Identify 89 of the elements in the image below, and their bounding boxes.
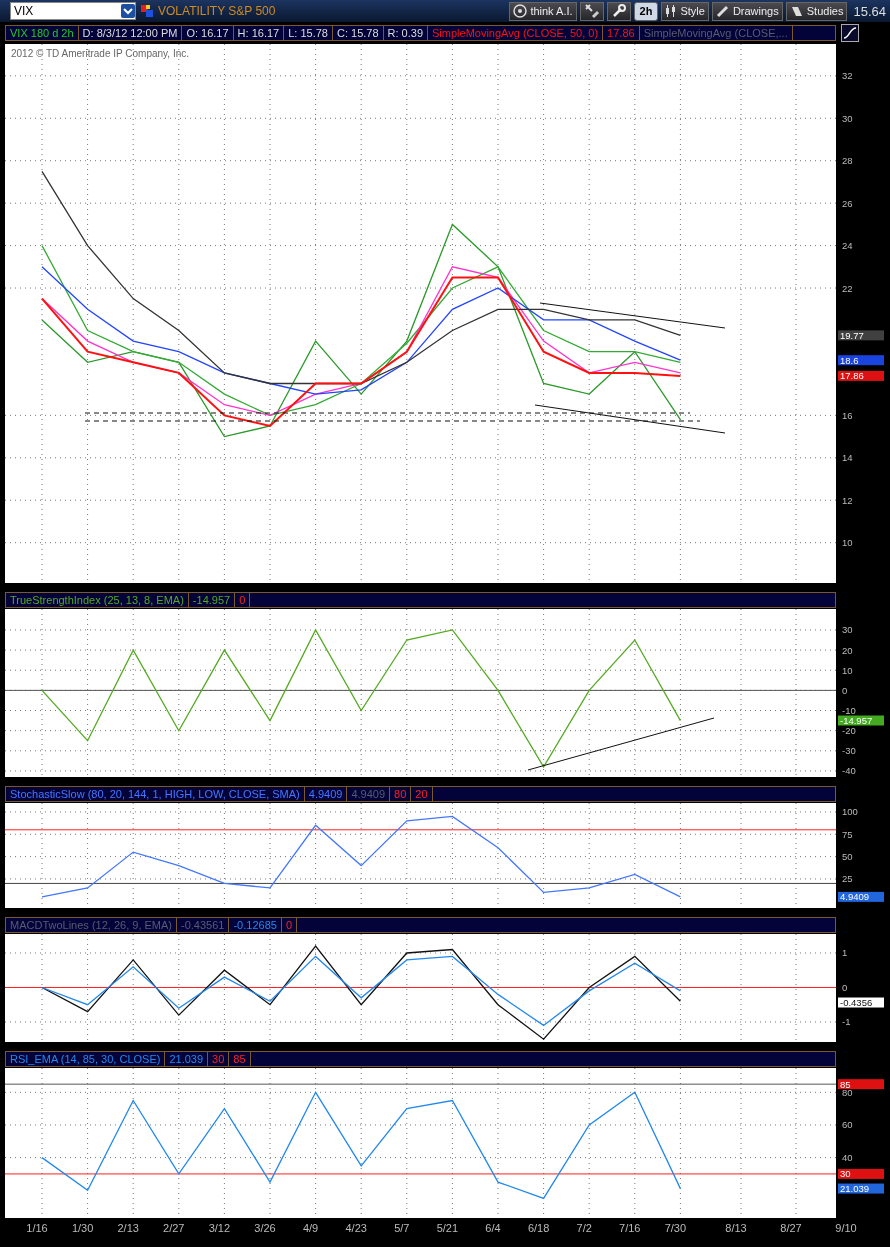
axis-tick-label: 22 (842, 282, 853, 294)
axis-tick-label: 26 (842, 197, 853, 209)
value-tag: -0.4356 (838, 997, 884, 1008)
header-value: VIX 180 d 2h (6, 26, 79, 40)
axis-tick-label: 0 (842, 982, 848, 993)
value-tag: 85 (838, 1078, 884, 1090)
date-label: 3/12 (208, 1222, 231, 1234)
axis-tick-label: 24 (842, 240, 853, 252)
date-label: 1/30 (71, 1222, 94, 1234)
axis-tick-label: -40 (842, 765, 856, 777)
axis-tick-label: 30 (842, 624, 853, 636)
date-label: 7/2 (576, 1222, 592, 1234)
header-value: H: 16.17 (233, 26, 285, 40)
axis-tick-label: 20 (842, 644, 853, 656)
axis-tick-label: 28 (842, 155, 853, 167)
axis-tick-label: 12 (842, 494, 853, 506)
axis-tick-label: 60 (842, 1119, 853, 1131)
axis-tick-label: 0 (842, 684, 848, 696)
header-value: R: 0.39 (383, 26, 428, 40)
header-value: 0 (281, 918, 297, 932)
header-value: 30 (208, 1052, 230, 1066)
axis-tick-label: 1 (842, 947, 848, 959)
date-label: 7/30 (664, 1222, 687, 1234)
header-value: -14.957 (188, 593, 236, 607)
header-value: SimpleMovingAvg (CLOSE, 50, 0) (428, 26, 604, 40)
date-label: 8/27 (780, 1222, 802, 1234)
header-value: 4.9409 (347, 787, 391, 801)
header-value: 80 (390, 787, 412, 801)
header-value: C: 15.78 (332, 26, 384, 40)
date-label: 5/21 (436, 1222, 459, 1234)
header-value: MACDTwoLines (12, 26, 9, EMA) (6, 918, 177, 932)
date-label: 4/23 (345, 1222, 367, 1234)
header-value: 85 (229, 1052, 251, 1066)
date-label: 4/9 (302, 1222, 319, 1234)
date-label: 6/4 (485, 1222, 501, 1234)
axis-tick-label: -20 (842, 725, 856, 737)
symbol-description: VOLATILITY S&P 500 (158, 4, 276, 18)
header-value: -0.12685 (229, 918, 282, 932)
header-value: 0 (235, 593, 251, 607)
candles-button[interactable]: Style (661, 1, 709, 21)
axis-tick-label: 25 (842, 873, 853, 885)
axis-tick-label: -1 (842, 1016, 851, 1028)
date-label: 1/16 (26, 1222, 48, 1234)
axis-tick-label: 100 (842, 806, 858, 818)
axis-tick-label: 50 (842, 851, 853, 863)
pencil-button[interactable]: Drawings (711, 1, 783, 21)
header-value: RSI_EMA (14, 85, 30, CLOSE) (6, 1052, 166, 1066)
header-value: 21.039 (165, 1052, 209, 1066)
value-tag: 21.039 (838, 1183, 884, 1195)
header-value: 4.9409 (304, 787, 348, 801)
header-value: 17.86 (603, 26, 640, 40)
date-label: 5/7 (394, 1222, 410, 1234)
axis-tick-label: 10 (842, 664, 853, 676)
axis-tick-label: 32 (842, 70, 853, 82)
axis-tick-label: -30 (842, 745, 856, 757)
value-tag: 17.86 (838, 370, 884, 382)
header-value: SimpleMovingAvg (CLOSE,... (639, 26, 793, 40)
date-label: 3/26 (254, 1222, 276, 1234)
think-ai-button[interactable]: think A.I. (509, 1, 577, 21)
header-value: L: 15.78 (284, 26, 333, 40)
date-label: 9/10 (835, 1222, 857, 1234)
axis-tick-label: 16 (842, 409, 853, 421)
symbol-field[interactable]: VIX (10, 2, 136, 20)
copyright-text: 2012 © TD Ameritrade IP Company, Inc. (11, 48, 189, 59)
last-price: 15.64 (853, 3, 886, 19)
header-value: D: 8/3/12 12:00 PM (78, 26, 183, 40)
header-value: 20 (411, 787, 433, 801)
header-value: O: 16.17 (182, 26, 234, 40)
flask-button[interactable]: Studies (785, 1, 848, 21)
axis-tick-label: -10 (842, 705, 856, 717)
axis-tick-label: 14 (842, 452, 853, 464)
value-tag: 4.9409 (838, 891, 884, 903)
header-value: StochasticSlow (80, 20, 144, 1, HIGH, LOW, CLOSE, SMA) (6, 787, 305, 801)
value-tag: 19.77 (838, 329, 884, 341)
axis-tick-label: 10 (842, 537, 853, 549)
axis-tick-label: 75 (842, 828, 853, 840)
header-value: -0.43561 (177, 918, 230, 932)
date-label: 7/16 (619, 1222, 641, 1234)
aggregation-button[interactable]: 2h (633, 1, 659, 21)
value-tag: 18.6 (838, 354, 884, 366)
header-value: TrueStrengthIndex (25, 13, 8, EMA) (6, 593, 189, 607)
date-label: 6/18 (527, 1222, 550, 1234)
date-label: 2/13 (117, 1222, 139, 1234)
date-label: 2/27 (163, 1222, 185, 1234)
axis-tick-label: 40 (842, 1152, 853, 1164)
value-tag: 30 (838, 1168, 884, 1180)
value-tag: -14.957 (838, 715, 884, 726)
axis-tick-label: 30 (842, 112, 853, 124)
date-label: 8/13 (725, 1222, 747, 1234)
